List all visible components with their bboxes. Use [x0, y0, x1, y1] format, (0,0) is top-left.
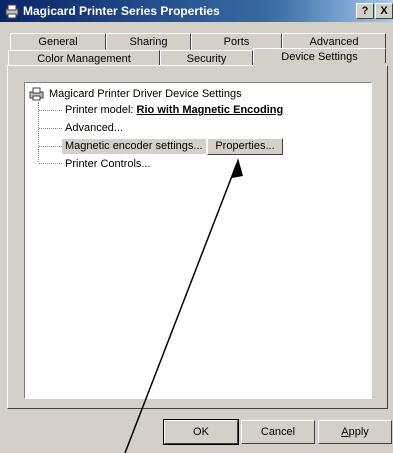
- cancel-label: Cancel: [260, 426, 296, 438]
- help-button[interactable]: ?: [356, 3, 374, 19]
- advanced-label: Advanced...: [65, 122, 124, 134]
- printer-icon: [5, 4, 19, 19]
- close-icon: X: [380, 5, 388, 17]
- tab-general[interactable]: General: [10, 33, 106, 50]
- tree-root-label: Magicard Printer Driver Device Settings: [49, 88, 242, 100]
- tab-label: Device Settings: [281, 51, 358, 63]
- ok-button[interactable]: OK: [163, 419, 239, 445]
- cancel-button[interactable]: Cancel: [241, 420, 315, 444]
- tree-branch: [39, 128, 62, 129]
- properties-button[interactable]: Properties...: [207, 138, 283, 155]
- ok-label: OK: [193, 426, 209, 438]
- title-bar[interactable]: Magicard Printer Series Properties ? X: [0, 0, 393, 22]
- tree-item-printer-model[interactable]: Printer model: Rio with Magnetic Encodin…: [65, 103, 283, 118]
- model-label: Printer model:: [65, 104, 134, 116]
- controls-label: Printer Controls...: [65, 158, 151, 170]
- tab-label: General: [38, 36, 78, 48]
- close-button[interactable]: X: [375, 3, 393, 19]
- tab-label: Security: [186, 53, 227, 65]
- device-settings-tree[interactable]: Magicard Printer Driver Device Settings …: [24, 82, 372, 399]
- model-value: Rio with Magnetic Encoding: [136, 104, 284, 116]
- tree-item-printer-controls[interactable]: Printer Controls...: [65, 157, 151, 172]
- tree-connector: [38, 102, 39, 162]
- apply-label: Apply: [341, 426, 369, 438]
- tab-label: Ports: [223, 36, 250, 48]
- tree-item-magnetic-encoder[interactable]: Magnetic encoder settings...: [62, 139, 206, 154]
- tab-label: Advanced: [309, 36, 359, 48]
- encoder-label: Magnetic encoder settings...: [65, 140, 203, 152]
- tree-branch: [39, 146, 62, 147]
- tab-security[interactable]: Security: [160, 50, 253, 66]
- help-icon: ?: [361, 5, 369, 17]
- tab-sharing[interactable]: Sharing: [106, 33, 191, 50]
- window-title: Magicard Printer Series Properties: [23, 4, 220, 18]
- tab-label: Color Management: [37, 53, 131, 65]
- properties-dialog: Magicard Printer Series Properties ? X G…: [0, 0, 393, 453]
- tree-branch: [39, 110, 62, 111]
- properties-button-label: Properties...: [215, 140, 275, 152]
- apply-button[interactable]: Apply: [318, 420, 392, 444]
- tree-branch: [39, 163, 62, 164]
- tab-joint: [253, 63, 386, 67]
- printer-icon: [29, 87, 44, 101]
- tab-label: Sharing: [129, 36, 168, 48]
- tab-color-management[interactable]: Color Management: [8, 50, 160, 66]
- tree-item-advanced[interactable]: Advanced...: [65, 121, 123, 136]
